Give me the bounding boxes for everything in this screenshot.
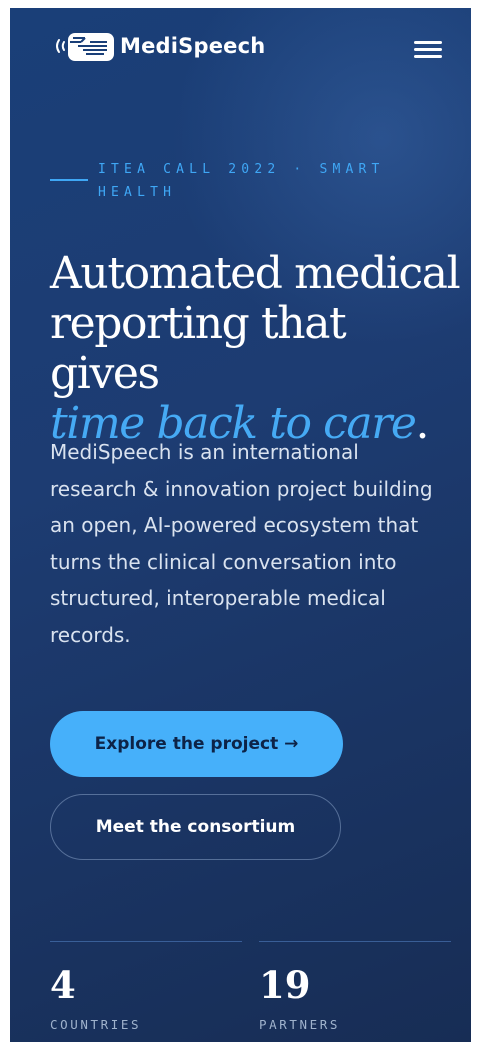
page-title: Automated medical reporting that gives t… [50,248,461,449]
menu-button[interactable] [411,36,445,62]
eyebrow-text: ITEA CALL 2022 · SMART HEALTH [98,162,385,200]
logo-link[interactable]: MediSpeech [50,28,265,64]
explore-project-button[interactable]: Explore the project → [50,711,343,777]
meet-consortium-button[interactable]: Meet the consortium [50,794,341,860]
stat-value: 19 [259,963,311,1007]
speech-document-icon [50,28,116,64]
hero-screen: MediSpeech ITEA CALL 2022 · SMART HEALTH… [10,8,471,1042]
brand-name: MediSpeech [120,34,266,58]
stat-label: PARTNERS [259,1017,341,1032]
stat-value: 4 [50,963,76,1007]
hero-description: MediSpeech is an international research … [50,440,433,647]
eyebrow-rule [50,179,88,181]
stat-label: COUNTRIES [50,1017,142,1032]
hamburger-menu-icon [414,41,442,44]
site-header: MediSpeech [10,8,471,88]
